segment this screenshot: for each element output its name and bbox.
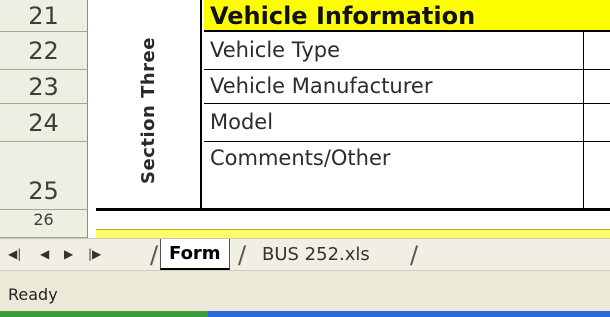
row-26-cells[interactable] [96, 211, 610, 229]
taskbar-start-strip[interactable] [0, 311, 208, 317]
row-header-25[interactable]: 25 [0, 142, 88, 210]
tab-bus-252[interactable]: BUS 252.xls [262, 239, 370, 270]
field-model[interactable]: Model [204, 104, 584, 142]
field-vehicle-type[interactable]: Vehicle Type [204, 32, 584, 70]
taskbar-strip[interactable] [208, 311, 610, 317]
row-header-23[interactable]: 23 [0, 70, 88, 104]
last-sheet-icon[interactable]: |▶ [88, 247, 101, 261]
row-headers: 21 22 23 24 25 26 [0, 0, 88, 238]
field-comments-other[interactable]: Comments/Other [204, 142, 584, 208]
next-sheet-icon[interactable]: ▶ [64, 247, 73, 261]
prev-sheet-icon[interactable]: ◀ [40, 247, 49, 261]
spreadsheet-grid: 21 22 23 24 25 26 Section Three Vehicle … [0, 0, 610, 239]
tab-separator: / [410, 241, 419, 269]
field-vehicle-manufacturer[interactable]: Vehicle Manufacturer [204, 70, 584, 104]
row-header-22[interactable]: 22 [0, 32, 88, 70]
first-sheet-icon[interactable]: ◀| [8, 247, 21, 261]
row-header-26[interactable]: 26 [0, 210, 88, 238]
value-cell-comments-other[interactable] [584, 142, 610, 208]
tab-form[interactable]: Form [160, 239, 230, 270]
row-header-21[interactable]: 21 [0, 0, 88, 32]
value-cell-vehicle-manufacturer[interactable] [584, 70, 610, 104]
row-header-24[interactable]: 24 [0, 104, 88, 142]
tab-separator: / [238, 241, 247, 269]
status-bar: Ready [0, 270, 610, 317]
value-cell-model[interactable] [584, 104, 610, 142]
section-label-text: Section Three [137, 36, 159, 184]
section-label: Section Three [118, 35, 178, 185]
status-text: Ready [8, 285, 58, 304]
section-header-cell[interactable]: Vehicle Information [204, 0, 610, 32]
value-cell-vehicle-type[interactable] [584, 32, 610, 70]
tab-separator: / [150, 241, 159, 269]
sheet-tab-bar: ◀| ◀ ▶ |▶ / Form / BUS 252.xls / [0, 238, 610, 270]
